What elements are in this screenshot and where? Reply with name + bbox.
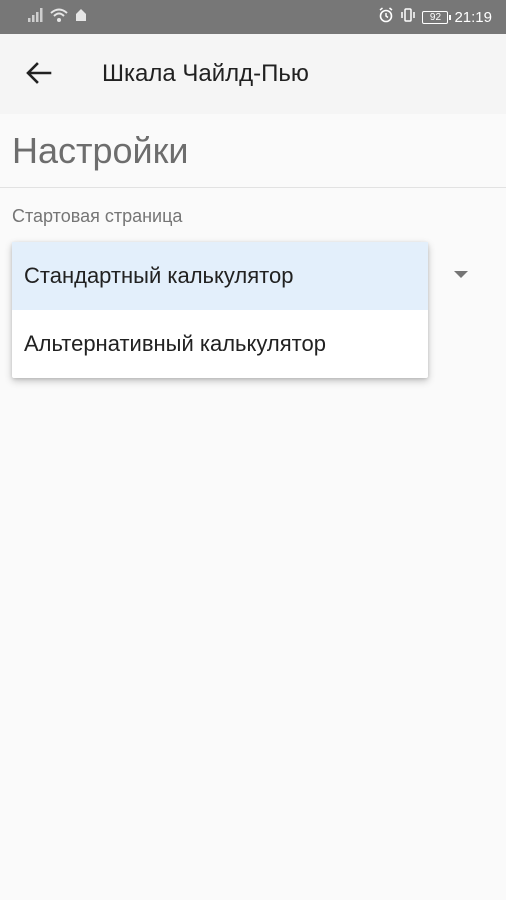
- app-bar: Шкала Чайлд-Пью: [0, 34, 506, 114]
- start-page-dropdown-menu: Стандартный калькулятор Альтернативный к…: [12, 242, 428, 378]
- start-page-label: Стартовая страница: [12, 206, 183, 226]
- divider: [0, 187, 506, 188]
- dropdown-arrow-icon[interactable]: [454, 271, 468, 278]
- screen: 92 21:19 Шкала Чайлд-Пью Настройки Старт…: [0, 0, 506, 900]
- status-bar: 92 21:19: [0, 0, 506, 34]
- section-title: Настройки: [12, 130, 189, 171]
- vibrate-icon: [400, 7, 416, 27]
- wifi-icon: [50, 8, 68, 27]
- menu-item-standard-calculator[interactable]: Стандартный калькулятор: [12, 242, 428, 310]
- back-button[interactable]: [20, 56, 58, 94]
- battery-icon: 92: [422, 10, 452, 24]
- arrow-back-icon: [26, 61, 52, 89]
- signal-icon: [28, 8, 44, 27]
- menu-item-alternative-calculator[interactable]: Альтернативный калькулятор: [12, 310, 428, 378]
- status-right-icons: 92 21:19: [378, 7, 492, 27]
- status-time: 21:19: [454, 8, 492, 26]
- app-title: Шкала Чайлд-Пью: [102, 60, 309, 87]
- status-left-icons: [28, 8, 88, 27]
- alarm-icon: [378, 7, 394, 27]
- notification-icon: [74, 8, 88, 27]
